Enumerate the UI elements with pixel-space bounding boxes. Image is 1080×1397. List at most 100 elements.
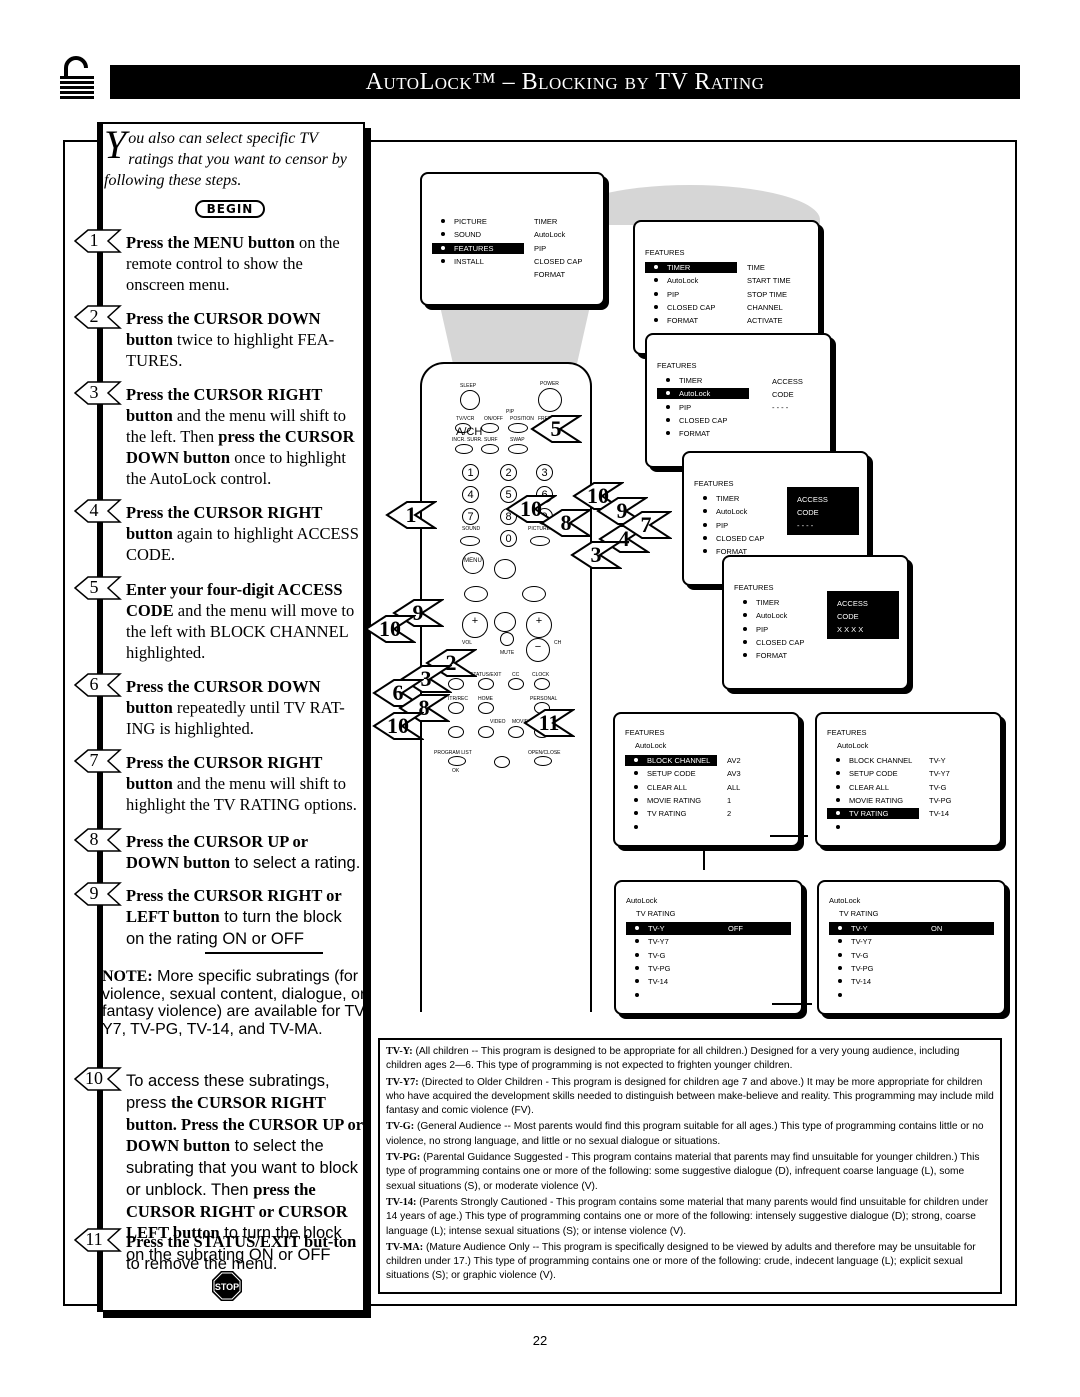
step-text: Press the CURSOR RIGHT button again to h… xyxy=(102,502,364,565)
menu-row: SOUND AutoLock xyxy=(432,228,593,241)
rewind-button[interactable] xyxy=(448,726,464,738)
access-code-box: ACCESS CODE - - - - xyxy=(787,487,859,535)
digit-2-button[interactable]: 2 xyxy=(500,464,517,481)
menu-subheader: TV RATING xyxy=(636,909,676,918)
menu-item: CLEAR ALL xyxy=(827,782,919,793)
callout-number: 5 xyxy=(550,416,562,441)
remote-label: PIP xyxy=(506,409,515,415)
menu-item: MOVIE RATING xyxy=(625,795,717,806)
tv-vcr-button[interactable]: A/CH xyxy=(455,423,482,438)
menu-item: AutoLock xyxy=(734,610,826,621)
menu-item: PIP xyxy=(645,289,737,300)
callout-number: 1 xyxy=(405,502,417,527)
callout-number: 11 xyxy=(538,710,560,735)
access-code-value: - - - - xyxy=(772,403,789,412)
menu-value: START TIME xyxy=(747,276,791,286)
step-number: 4 xyxy=(89,500,99,520)
step-number-badge: 3 xyxy=(73,380,124,406)
cursor-left-button[interactable] xyxy=(464,586,488,602)
sound-button[interactable] xyxy=(460,536,480,546)
menu-subheader: AutoLock xyxy=(635,741,667,750)
rating-definition: TV-PG: (Parental Guidance Suggested - Th… xyxy=(386,1151,994,1194)
step-number: 5 xyxy=(89,577,99,597)
incr-surr-button[interactable] xyxy=(455,444,473,454)
pause-button[interactable] xyxy=(494,756,510,768)
menu-item: PIP xyxy=(657,402,749,413)
rating-text: (Parents Strongly Cautioned - This progr… xyxy=(386,1196,989,1237)
menu-button[interactable]: MENU xyxy=(462,552,484,574)
cursor-down-button[interactable] xyxy=(494,612,516,632)
step-number-badge: 5 xyxy=(73,575,124,601)
menu-subheader: TV RATING xyxy=(839,909,879,918)
menu-row: PICTURE TIMER xyxy=(432,215,593,228)
digit-4-button[interactable]: 4 xyxy=(462,486,479,503)
remote-label: POWER xyxy=(540,381,559,387)
step-number-badge: 6 xyxy=(73,672,124,698)
pip-on-off-button[interactable] xyxy=(481,423,499,433)
menu-row: AutoLock START TIME xyxy=(645,274,808,287)
menu-item: CLEAR ALL xyxy=(625,782,717,793)
access-code-label: ACCESS CODE xyxy=(837,599,868,621)
sleep-button[interactable] xyxy=(460,390,480,410)
rating-code: TV-PG: xyxy=(386,1152,421,1164)
menu-value: ON xyxy=(931,924,943,934)
digit-3-button[interactable]: 3 xyxy=(536,464,553,481)
menu-value: TV-Y7 xyxy=(929,769,950,779)
intro-body: ou also can select specific TV ratings t… xyxy=(104,130,347,189)
mute-button[interactable] xyxy=(500,632,514,646)
power-button[interactable] xyxy=(538,388,562,412)
menu-item xyxy=(827,822,919,833)
play-button[interactable] xyxy=(508,726,524,738)
menu-value: CHANNEL xyxy=(747,303,783,313)
surf-button[interactable] xyxy=(481,444,499,454)
menu-item: CLOSED CAP xyxy=(694,533,786,544)
remote-label: TV/VCR xyxy=(456,416,475,422)
menu-item: TIMER xyxy=(734,597,826,608)
menu-row: FORMAT xyxy=(432,268,593,281)
menu-item: AutoLock xyxy=(645,275,737,286)
cursor-up-button[interactable] xyxy=(494,559,516,579)
remote-label: VOL xyxy=(462,640,473,646)
digit-0-button[interactable]: 0 xyxy=(500,530,517,547)
step-number-badge: 8 xyxy=(73,827,124,853)
digit-7-button[interactable]: 7 xyxy=(462,508,479,525)
menu-value: 2 xyxy=(727,809,732,819)
rating-text: (Directed to Older Children - This progr… xyxy=(386,1076,994,1117)
cc-button[interactable] xyxy=(508,678,524,690)
channel-up-button[interactable]: + xyxy=(526,612,552,638)
cursor-right-button[interactable] xyxy=(522,586,546,602)
page-title: AutoLock™ – Blocking by TV Rating xyxy=(110,65,1020,99)
clock-button[interactable] xyxy=(534,678,550,690)
menu-row: TV-Y7 xyxy=(829,935,994,948)
step-11: 11 Press the STATUS/EXIT but-ton to remov… xyxy=(73,1228,364,1275)
menu-subheader: AutoLock xyxy=(837,741,869,750)
swap-button[interactable] xyxy=(508,444,528,454)
callout-10: 10 xyxy=(372,711,424,741)
pip-position-button[interactable] xyxy=(508,423,528,433)
step-number-badge: 2 xyxy=(73,304,124,330)
menu-item xyxy=(625,822,717,833)
status-exit-button[interactable] xyxy=(478,678,494,690)
home-button[interactable] xyxy=(478,702,494,714)
callout-number: 10 xyxy=(387,713,409,738)
menu-item: TV-PG xyxy=(626,963,718,974)
stop-button[interactable] xyxy=(478,726,494,738)
open-close-button[interactable] xyxy=(534,756,552,766)
volume-up-button[interactable]: + xyxy=(462,612,488,638)
program-list-button[interactable] xyxy=(448,756,466,766)
step-text-part: to remove the menu. xyxy=(126,1255,278,1273)
digit-1-button[interactable]: 1 xyxy=(462,464,479,481)
menu-item: MOVIE RATING xyxy=(827,795,919,806)
channel-down-button[interactable]: − xyxy=(526,638,550,662)
menu-row: TV-PG xyxy=(626,962,791,975)
menu-item xyxy=(626,990,718,1001)
menu-item: TIMER xyxy=(645,262,737,274)
step-1: 1 Press the MENU button on the remote con… xyxy=(73,229,364,295)
rating-code: TV-Y7: xyxy=(386,1076,419,1088)
menu-row xyxy=(827,820,990,833)
divider xyxy=(205,952,323,954)
itr-rec-button[interactable] xyxy=(448,702,464,714)
menu-value: STOP TIME xyxy=(747,289,788,299)
callout-5: 5 xyxy=(530,414,582,444)
menu-row: PIP STOP TIME xyxy=(645,288,808,301)
